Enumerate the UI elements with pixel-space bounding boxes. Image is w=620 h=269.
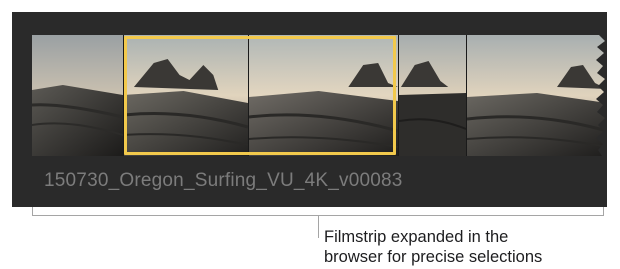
callout-bracket xyxy=(32,207,604,216)
callout-line-2: browser for precise selections xyxy=(324,248,543,266)
range-selection[interactable] xyxy=(124,36,396,155)
clip-name-label: 150730_Oregon_Surfing_VU_4K_v00083 xyxy=(44,170,403,191)
filmstrip-frame xyxy=(399,35,467,156)
callout-text: Filmstrip expanded in the browser for pr… xyxy=(324,227,542,267)
callout-leader-line xyxy=(318,216,319,238)
filmstrip-frame xyxy=(32,35,124,156)
torn-edge-icon xyxy=(596,35,607,156)
filmstrip-frame xyxy=(467,35,607,156)
callout-line-1: Filmstrip expanded in the xyxy=(324,228,509,246)
